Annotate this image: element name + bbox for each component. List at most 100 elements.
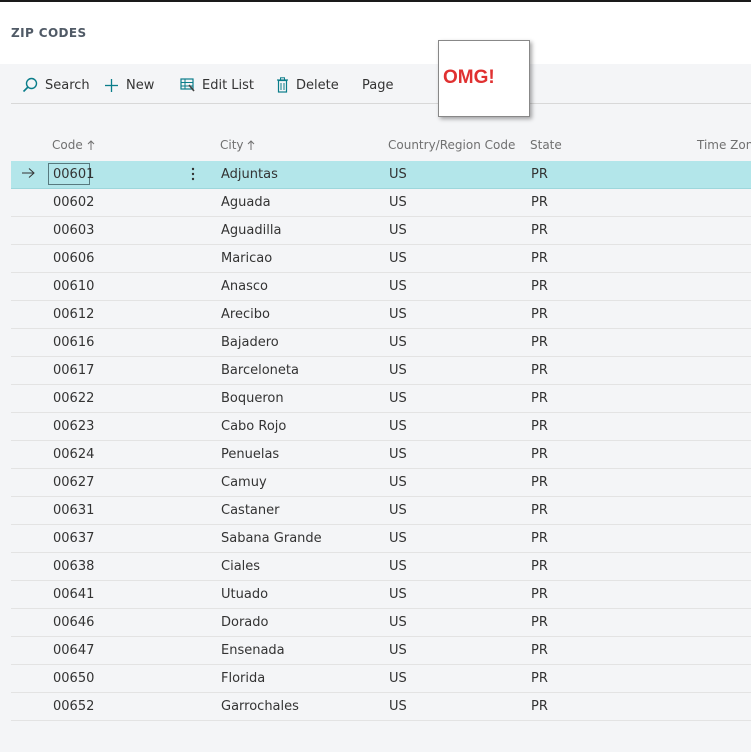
cell-country[interactable]: US xyxy=(389,447,407,462)
cell-city[interactable]: Ciales xyxy=(221,559,260,574)
cell-country[interactable]: US xyxy=(389,559,407,574)
cell-country[interactable]: US xyxy=(389,531,407,546)
table-row[interactable]: 00602 Aguada US PR xyxy=(11,189,751,217)
cell-code[interactable]: 00601 xyxy=(53,167,94,182)
column-header-state[interactable]: State xyxy=(530,138,562,152)
table-row[interactable]: 00641 Utuado US PR xyxy=(11,581,751,609)
table-row[interactable]: 00631 Castaner US PR xyxy=(11,497,751,525)
table-row[interactable]: 00603 Aguadilla US PR xyxy=(11,217,751,245)
cell-city[interactable]: Aguada xyxy=(221,195,271,210)
cell-code[interactable]: 00650 xyxy=(53,671,94,686)
cell-code[interactable]: 00652 xyxy=(53,699,94,714)
cell-state[interactable]: PR xyxy=(531,503,548,518)
cell-city[interactable]: Bajadero xyxy=(221,335,279,350)
table-row[interactable]: 00612 Arecibo US PR xyxy=(11,301,751,329)
cell-state[interactable]: PR xyxy=(531,307,548,322)
cell-city[interactable]: Maricao xyxy=(221,251,272,266)
cell-state[interactable]: PR xyxy=(531,223,548,238)
cell-state[interactable]: PR xyxy=(531,671,548,686)
cell-code[interactable]: 00638 xyxy=(53,559,94,574)
cell-city[interactable]: Camuy xyxy=(221,475,267,490)
cell-state[interactable]: PR xyxy=(531,475,548,490)
table-row[interactable]: 00606 Maricao US PR xyxy=(11,245,751,273)
table-row[interactable]: 00623 Cabo Rojo US PR xyxy=(11,413,751,441)
cell-code[interactable]: 00641 xyxy=(53,587,94,602)
cell-state[interactable]: PR xyxy=(531,447,548,462)
table-row[interactable]: 00624 Penuelas US PR xyxy=(11,441,751,469)
cell-city[interactable]: Boqueron xyxy=(221,391,284,406)
cell-code[interactable]: 00624 xyxy=(53,447,94,462)
cell-city[interactable]: Aguadilla xyxy=(221,223,281,238)
cell-code[interactable]: 00616 xyxy=(53,335,94,350)
more-options-icon[interactable] xyxy=(191,167,195,181)
column-header-code[interactable]: Code xyxy=(52,138,95,152)
cell-city[interactable]: Anasco xyxy=(221,279,268,294)
cell-country[interactable]: US xyxy=(389,251,407,266)
column-header-city[interactable]: City xyxy=(220,138,255,152)
table-row[interactable]: 00638 Ciales US PR xyxy=(11,553,751,581)
table-row[interactable]: 00637 Sabana Grande US PR xyxy=(11,525,751,553)
cell-city[interactable]: Castaner xyxy=(221,503,279,518)
table-row[interactable]: 00601 Adjuntas US PR xyxy=(11,161,751,189)
cell-state[interactable]: PR xyxy=(531,643,548,658)
table-row[interactable]: 00622 Boqueron US PR xyxy=(11,385,751,413)
cell-country[interactable]: US xyxy=(389,307,407,322)
cell-state[interactable]: PR xyxy=(531,615,548,630)
cell-country[interactable]: US xyxy=(389,587,407,602)
table-row[interactable]: 00647 Ensenada US PR xyxy=(11,637,751,665)
page-menu-button[interactable]: Page xyxy=(362,74,393,96)
cell-state[interactable]: PR xyxy=(531,559,548,574)
cell-code[interactable]: 00646 xyxy=(53,615,94,630)
table-row[interactable]: 00616 Bajadero US PR xyxy=(11,329,751,357)
cell-country[interactable]: US xyxy=(389,615,407,630)
search-button[interactable]: Search xyxy=(22,74,90,96)
cell-city[interactable]: Garrochales xyxy=(221,699,299,714)
cell-state[interactable]: PR xyxy=(531,699,548,714)
cell-country[interactable]: US xyxy=(389,419,407,434)
cell-code[interactable]: 00612 xyxy=(53,307,94,322)
cell-state[interactable]: PR xyxy=(531,167,548,182)
cell-code[interactable]: 00627 xyxy=(53,475,94,490)
cell-code[interactable]: 00603 xyxy=(53,223,94,238)
cell-state[interactable]: PR xyxy=(531,279,548,294)
cell-country[interactable]: US xyxy=(389,475,407,490)
column-header-country[interactable]: Country/Region Code xyxy=(388,138,515,152)
cell-code[interactable]: 00637 xyxy=(53,531,94,546)
table-row[interactable]: 00650 Florida US PR xyxy=(11,665,751,693)
cell-state[interactable]: PR xyxy=(531,587,548,602)
cell-code[interactable]: 00622 xyxy=(53,391,94,406)
cell-city[interactable]: Barceloneta xyxy=(221,363,299,378)
cell-state[interactable]: PR xyxy=(531,251,548,266)
cell-state[interactable]: PR xyxy=(531,419,548,434)
cell-state[interactable]: PR xyxy=(531,531,548,546)
cell-code[interactable]: 00602 xyxy=(53,195,94,210)
cell-state[interactable]: PR xyxy=(531,363,548,378)
cell-country[interactable]: US xyxy=(389,643,407,658)
cell-code[interactable]: 00631 xyxy=(53,503,94,518)
cell-code[interactable]: 00623 xyxy=(53,419,94,434)
cell-country[interactable]: US xyxy=(389,195,407,210)
table-row[interactable]: 00610 Anasco US PR xyxy=(11,273,751,301)
cell-country[interactable]: US xyxy=(389,167,407,182)
cell-city[interactable]: Cabo Rojo xyxy=(221,419,286,434)
cell-state[interactable]: PR xyxy=(531,335,548,350)
table-row[interactable]: 00617 Barceloneta US PR xyxy=(11,357,751,385)
cell-code[interactable]: 00647 xyxy=(53,643,94,658)
cell-country[interactable]: US xyxy=(389,391,407,406)
cell-country[interactable]: US xyxy=(389,223,407,238)
cell-city[interactable]: Ensenada xyxy=(221,643,285,658)
cell-code[interactable]: 00617 xyxy=(53,363,94,378)
cell-city[interactable]: Sabana Grande xyxy=(221,531,322,546)
cell-country[interactable]: US xyxy=(389,279,407,294)
cell-country[interactable]: US xyxy=(389,671,407,686)
cell-city[interactable]: Utuado xyxy=(221,587,268,602)
column-header-time-zone[interactable]: Time Zone xyxy=(697,138,751,152)
edit-list-button[interactable]: Edit List xyxy=(180,74,254,96)
cell-state[interactable]: PR xyxy=(531,391,548,406)
cell-city[interactable]: Penuelas xyxy=(221,447,279,462)
cell-code[interactable]: 00606 xyxy=(53,251,94,266)
cell-city[interactable]: Dorado xyxy=(221,615,268,630)
cell-country[interactable]: US xyxy=(389,363,407,378)
cell-code[interactable]: 00610 xyxy=(53,279,94,294)
cell-country[interactable]: US xyxy=(389,699,407,714)
